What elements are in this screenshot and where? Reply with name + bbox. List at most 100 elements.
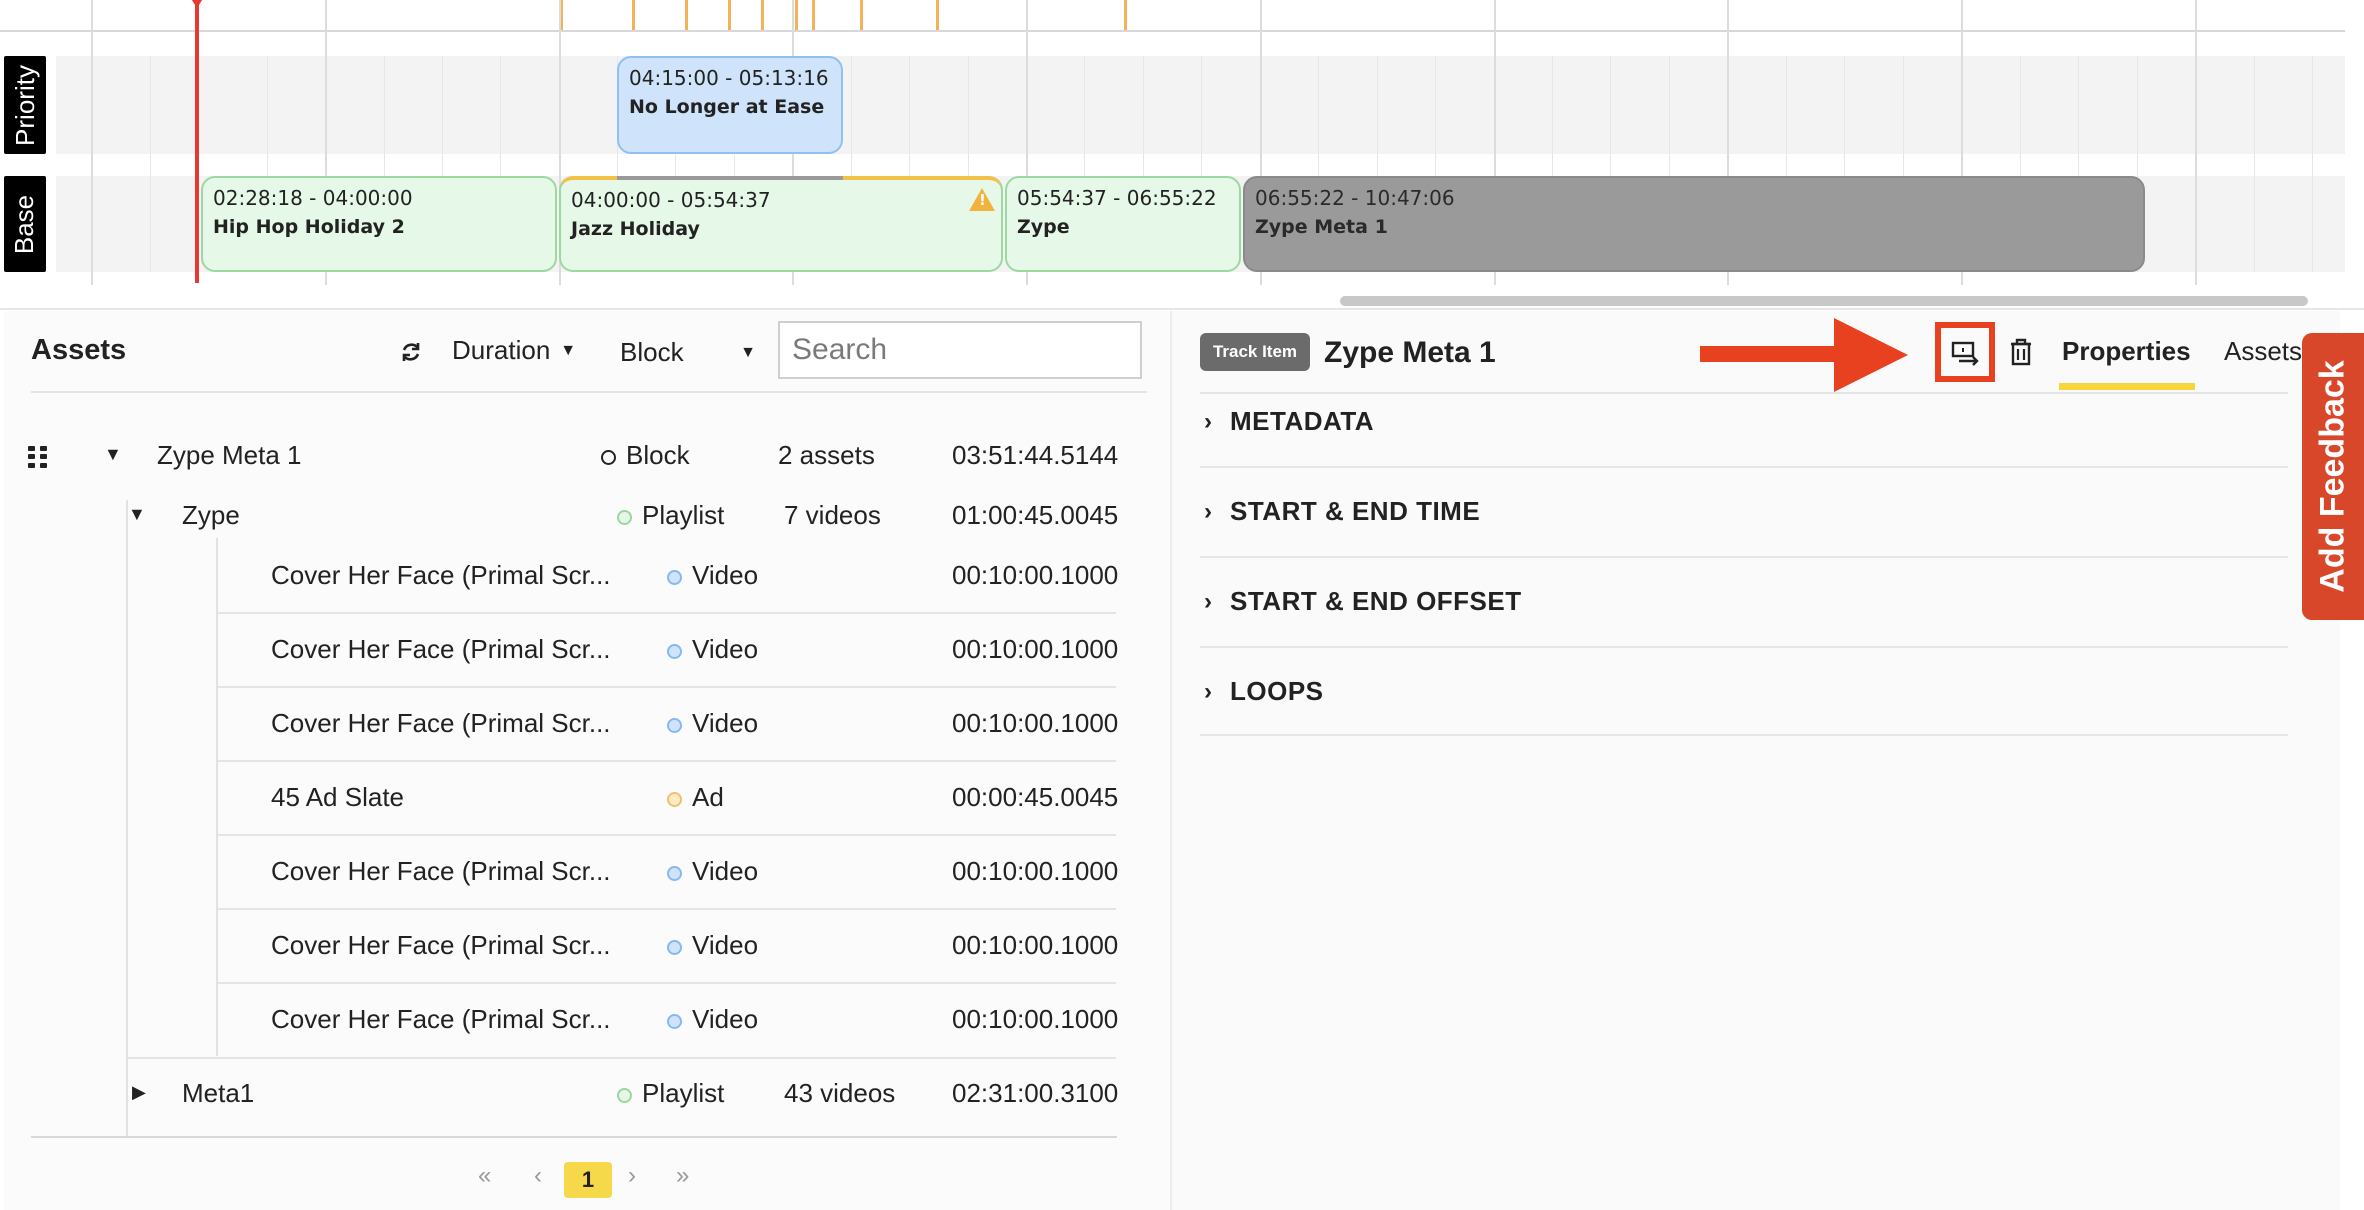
block-name: Zype Meta 1	[1255, 216, 1388, 238]
block-name: Hip Hop Holiday 2	[213, 216, 405, 238]
tree-row-video[interactable]: Cover Her Face (Primal Scr... Video 00:1…	[0, 982, 1166, 1056]
search-input[interactable]	[778, 321, 1142, 379]
section-metadata[interactable]: › METADATA	[1200, 378, 2288, 468]
tree-row-video[interactable]: Cover Her Face (Primal Scr... Video 00:1…	[0, 908, 1166, 982]
row-type: Video	[667, 982, 758, 1056]
filter-dropdown[interactable]: Block ▼	[620, 337, 756, 368]
pagination-prev[interactable]: ‹	[534, 1162, 542, 1190]
block-name: Zype	[1017, 216, 1070, 238]
playlist-dot-icon	[617, 1087, 632, 1103]
video-dot-icon	[667, 717, 682, 733]
assets-title: Assets	[31, 334, 127, 366]
ruler-marker	[632, 0, 635, 30]
block-time: 06:55:22 - 10:47:06	[1255, 186, 1455, 210]
tab-properties[interactable]: Properties	[2062, 336, 2191, 367]
timeline-block-zype-meta-1[interactable]: 06:55:22 - 10:47:06 Zype Meta 1	[1243, 176, 2145, 272]
pagination-current[interactable]: 1	[564, 1162, 612, 1198]
tree-row-video[interactable]: Cover Her Face (Primal Scr... Video 00:1…	[0, 686, 1166, 760]
annotation-arrow	[1700, 346, 1840, 362]
ruler-marker	[761, 0, 764, 30]
ruler-line	[0, 30, 2345, 32]
row-name: Cover Her Face (Primal Scr...	[271, 708, 611, 738]
row-type: Ad	[667, 760, 724, 834]
ruler-marker	[860, 0, 863, 30]
section-label: START & END OFFSET	[1230, 586, 1522, 616]
chevron-right-icon: ›	[1204, 678, 1212, 705]
row-type: Video	[667, 834, 758, 908]
divider	[31, 391, 1147, 393]
grid-line-minor	[2312, 56, 2313, 272]
chevron-right-icon: ›	[1204, 588, 1212, 615]
video-dot-icon	[667, 939, 682, 955]
row-type: Video	[667, 612, 758, 686]
row-name: Cover Her Face (Primal Scr...	[271, 930, 611, 960]
pagination-first[interactable]: «	[478, 1162, 491, 1190]
chevron-down-icon: ▼	[740, 343, 756, 361]
tree-row-video[interactable]: Cover Her Face (Primal Scr... Video 00:1…	[0, 612, 1166, 686]
row-type: Video	[667, 686, 758, 760]
track-item-badge: Track Item	[1200, 333, 1310, 371]
timeline-block-hip-hop-holiday-2[interactable]: 02:28:18 - 04:00:00 Hip Hop Holiday 2	[201, 176, 557, 272]
replace-icon[interactable]	[1948, 335, 1982, 369]
section-start-end-offset[interactable]: › START & END OFFSET	[1200, 558, 2288, 648]
playhead-handle[interactable]	[188, 0, 206, 8]
add-feedback-button[interactable]: Add Feedback	[2302, 333, 2364, 620]
timeline-block-zype[interactable]: 05:54:37 - 06:55:22 Zype	[1005, 176, 1241, 272]
panel-divider	[0, 308, 2364, 310]
row-duration: 00:10:00.1000	[952, 708, 1119, 738]
tab-assets[interactable]: Assets	[2224, 336, 2302, 367]
row-name: Cover Her Face (Primal Scr...	[271, 1004, 611, 1034]
section-loops[interactable]: › LOOPS	[1200, 648, 2288, 736]
tree-row-playlist[interactable]: ▶ Meta1 Playlist 43 videos 02:31:00.3100	[0, 1056, 1166, 1130]
details-title: Zype Meta 1	[1324, 336, 1496, 369]
block-time: 04:00:00 - 05:54:37	[571, 188, 771, 212]
block-dot-icon	[601, 449, 616, 465]
video-dot-icon	[667, 865, 682, 881]
ruler-marker	[795, 0, 798, 30]
track-label-base: Base	[4, 176, 46, 272]
section-start-end-time[interactable]: › START & END TIME	[1200, 468, 2288, 558]
tree-row-ad[interactable]: 45 Ad Slate Ad 00:00:45.0045	[0, 760, 1166, 834]
warning-icon	[969, 188, 995, 211]
feedback-label: Add Feedback	[2313, 360, 2352, 593]
row-duration: 00:00:45.0045	[952, 782, 1119, 812]
ruler-marker	[936, 0, 939, 30]
playhead[interactable]	[195, 0, 199, 283]
row-type: Playlist	[617, 1056, 724, 1130]
timeline-scrollbar[interactable]	[1340, 296, 2308, 306]
timeline-block-jazz-holiday[interactable]: 04:00:00 - 05:54:37 Jazz Holiday	[559, 176, 1003, 272]
row-name: Meta1	[182, 1078, 255, 1108]
priority-overlap-indicator	[617, 176, 843, 180]
pagination-last[interactable]: »	[676, 1162, 689, 1190]
grid-line-minor	[150, 56, 151, 272]
block-time: 02:28:18 - 04:00:00	[213, 186, 413, 210]
caret-down-icon[interactable]: ▼	[104, 444, 122, 465]
sort-dropdown[interactable]: Duration ▼	[452, 335, 576, 366]
pagination-next[interactable]: ›	[628, 1162, 636, 1190]
section-label: START & END TIME	[1230, 496, 1481, 526]
tree-row-video[interactable]: Cover Her Face (Primal Scr... Video 00:1…	[0, 538, 1166, 612]
row-duration: 00:10:00.1000	[952, 634, 1119, 664]
refresh-icon[interactable]	[396, 337, 426, 367]
trash-icon[interactable]	[2004, 334, 2038, 370]
row-name: 45 Ad Slate	[271, 782, 404, 812]
timeline[interactable]: Priority Base 04:15:00 - 05:13:16 No Lon…	[0, 0, 2364, 306]
ruler-marker	[1124, 0, 1127, 30]
timeline-block-no-longer-at-ease[interactable]: 04:15:00 - 05:13:16 No Longer at Ease	[617, 56, 843, 154]
track-label-priority: Priority	[4, 56, 46, 154]
row-duration: 00:10:00.1000	[952, 930, 1119, 960]
playlist-dot-icon	[617, 509, 632, 525]
ruler-marker	[728, 0, 731, 30]
caret-down-icon[interactable]: ▼	[128, 504, 146, 525]
tree-row-video[interactable]: Cover Her Face (Primal Scr... Video 00:1…	[0, 834, 1166, 908]
section-label: METADATA	[1230, 406, 1375, 436]
chevron-right-icon: ›	[1204, 408, 1212, 435]
row-name: Cover Her Face (Primal Scr...	[271, 634, 611, 664]
ruler-marker	[812, 0, 815, 30]
caret-right-icon[interactable]: ▶	[132, 1082, 146, 1103]
table-bottom-divider	[31, 1136, 1117, 1138]
video-dot-icon	[667, 643, 682, 659]
video-dot-icon	[667, 1013, 682, 1029]
chevron-down-icon: ▼	[560, 341, 577, 359]
chevron-right-icon: ›	[1204, 498, 1212, 525]
